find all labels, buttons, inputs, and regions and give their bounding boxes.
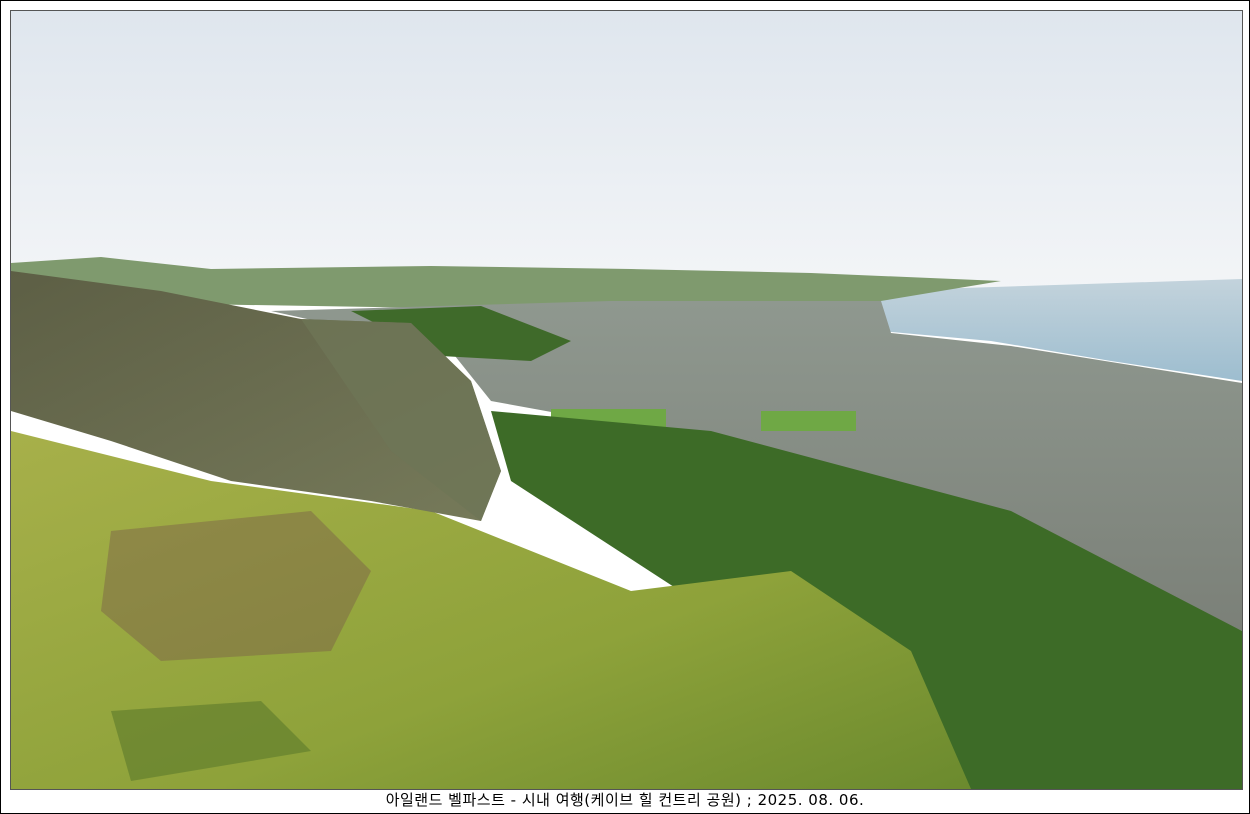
sky: [11, 11, 1242, 291]
playing-field: [761, 411, 856, 431]
landscape-photo: [10, 10, 1243, 790]
photo-caption: 아일랜드 벨파스트 - 시내 여행(케이브 힐 컨트리 공원) ; 2025. …: [385, 791, 865, 809]
image-frame: [0, 0, 1250, 814]
cave-hill-view: [11, 11, 1242, 789]
heather: [101, 511, 371, 661]
